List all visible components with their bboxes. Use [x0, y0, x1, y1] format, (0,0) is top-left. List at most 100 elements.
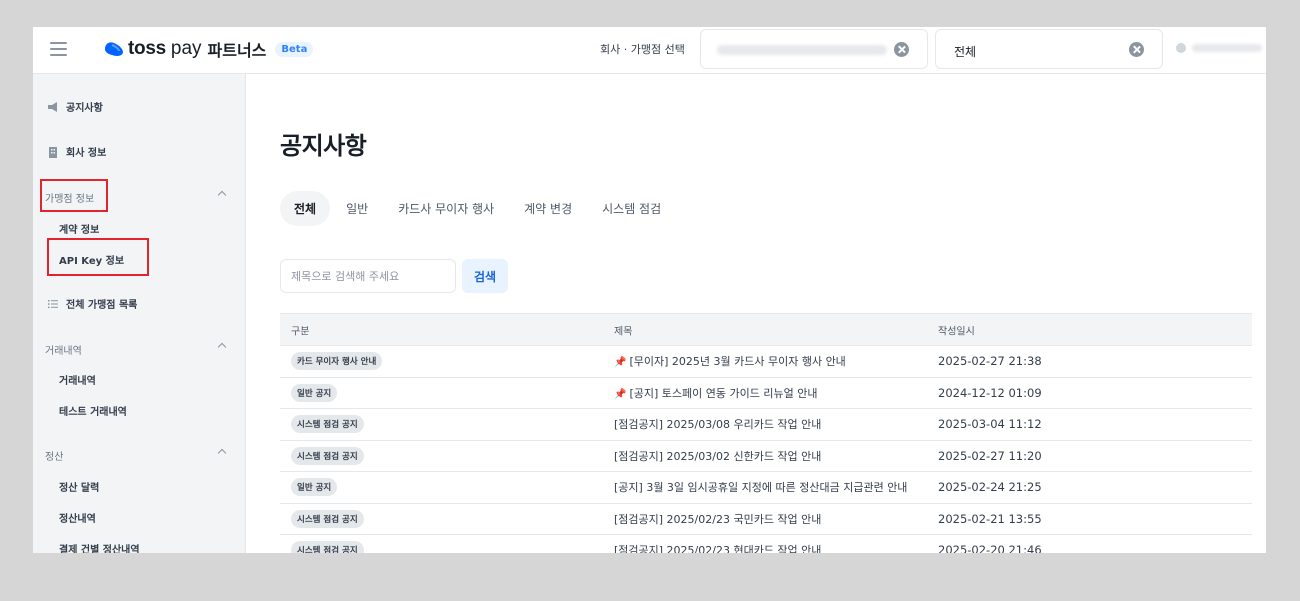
building-icon: [49, 146, 57, 158]
sidebar-item-notice[interactable]: 공지사항: [47, 99, 103, 114]
store-select[interactable]: 전체: [935, 29, 1163, 69]
tab-system-maintenance[interactable]: 시스템 점검: [588, 191, 675, 226]
sidebar-item-settlement-calendar[interactable]: 정산 달력: [59, 479, 99, 494]
user-menu[interactable]: [1176, 41, 1266, 55]
category-badge: 시스템 점검 공지: [291, 509, 364, 528]
tab-contract-change[interactable]: 계약 변경: [510, 191, 586, 226]
app-window: toss pay 파트너스 Beta 회사 · 가맹점 선택 전체 공지사항 회…: [33, 27, 1266, 553]
logo-brand-text: toss: [128, 38, 166, 59]
pin-icon: 📌: [614, 388, 627, 400]
toss-pay-logo[interactable]: toss pay 파트너스 Beta: [103, 37, 314, 61]
tab-general[interactable]: 일반: [332, 191, 382, 226]
row-title-cell: [점검공지] 2025/03/08 우리카드 작업 안내: [614, 416, 821, 432]
sidebar-item-transactions[interactable]: 거래내역: [59, 372, 96, 387]
tab-all[interactable]: 전체: [280, 191, 331, 226]
category-badge: 시스템 점검 공지: [291, 415, 364, 434]
category-badge: 일반 공지: [291, 383, 338, 402]
chevron-up-icon: [217, 190, 227, 200]
row-title-cell: 📌 [무이자] 2025년 3월 카드사 무이자 행사 안내: [614, 353, 846, 369]
sidebar-item-label: 공지사항: [66, 103, 103, 114]
row-category-cell: 시스템 점검 공지: [291, 446, 364, 465]
sidebar-item-contract-info[interactable]: 계약 정보: [59, 221, 99, 236]
sidebar-group-settlement[interactable]: 정산: [45, 448, 227, 463]
beta-badge: Beta: [275, 41, 314, 57]
table-header: 구분 제목 작성일시: [280, 314, 1252, 346]
sidebar-item-settlement-history[interactable]: 정산내역: [59, 510, 96, 525]
row-title-text: [공지] 3월 3일 임시공휴일 지정에 따른 정산대금 지급관련 안내: [614, 481, 908, 495]
row-title-text: [점검공지] 2025/02/23 국민카드 작업 안내: [614, 512, 822, 526]
sidebar-group-label: 정산: [45, 452, 64, 463]
table-row[interactable]: 시스템 점검 공지 [점검공지] 2025/03/08 우리카드 작업 안내 202…: [280, 409, 1252, 441]
sidebar-group-label: 거래내역: [45, 346, 82, 357]
notice-table: 구분 제목 작성일시 카드 무이자 행사 안내 📌 [무이자] 2025년 3월 카…: [280, 313, 1252, 553]
row-title-cell: [공지] 3월 3일 임시공휴일 지정에 따른 정산대금 지급관련 안내: [614, 479, 907, 495]
megaphone-icon: [48, 101, 57, 112]
pin-icon: 📌: [614, 357, 627, 369]
category-badge: 시스템 점검 공지: [291, 541, 364, 553]
row-title-text: [점검공지] 2025/03/08 우리카드 작업 안내: [614, 418, 822, 432]
highlight-box-api-key: [47, 238, 149, 276]
category-badge: 시스템 점검 공지: [291, 446, 364, 465]
search-input[interactable]: [280, 259, 456, 293]
store-select-value: 전체: [954, 45, 977, 59]
row-category-cell: 일반 공지: [291, 478, 338, 497]
category-badge: 카드 무이자 행사 안내: [291, 352, 383, 371]
table-row[interactable]: 카드 무이자 행사 안내 📌 [무이자] 2025년 3월 카드사 무이자 행사 안…: [280, 346, 1252, 378]
sidebar: 공지사항 회사 정보 가맹점 정보 계약 정보 API Key 정보 전체 가맹…: [33, 74, 246, 553]
category-badge: 일반 공지: [291, 478, 338, 497]
row-title-text: [무이자] 2025년 3월 카드사 무이자 행사 안내: [629, 355, 846, 369]
chevron-up-icon: [217, 342, 227, 352]
column-header-date: 작성일시: [938, 326, 975, 337]
row-date-cell: 2025-02-27 11:20: [938, 448, 1042, 463]
column-header-title: 제목: [614, 326, 633, 337]
row-title-cell: [점검공지] 2025/02/23 현대카드 작업 안내: [614, 542, 821, 553]
sidebar-item-label: 전체 가맹점 목록: [66, 300, 138, 311]
company-select-value-redacted: [717, 45, 887, 55]
sidebar-item-label: 회사 정보: [66, 148, 107, 159]
hamburger-icon[interactable]: [50, 42, 67, 56]
row-date-cell: 2025-02-20 21:46: [938, 543, 1042, 553]
table-row[interactable]: 일반 공지 📌 [공지] 토스페이 연동 가이드 리뉴얼 안내 2024-12-12 …: [280, 378, 1252, 409]
clear-icon[interactable]: [894, 42, 909, 57]
row-category-cell: 카드 무이자 행사 안내: [291, 352, 383, 371]
highlight-box-store-info: [40, 179, 108, 212]
page-title: 공지사항: [280, 132, 367, 160]
row-date-cell: 2025-02-24 21:25: [938, 480, 1042, 495]
clear-icon[interactable]: [1129, 42, 1144, 57]
toss-logo-icon: [105, 42, 123, 56]
category-tabs: 전체 일반 카드사 무이자 행사 계약 변경 시스템 점검: [280, 191, 677, 226]
top-header: toss pay 파트너스 Beta 회사 · 가맹점 선택 전체: [33, 27, 1266, 74]
company-select[interactable]: [700, 29, 928, 69]
row-category-cell: 시스템 점검 공지: [291, 415, 364, 434]
sidebar-item-test-transactions[interactable]: 테스트 거래내역: [59, 403, 127, 418]
table-body: 카드 무이자 행사 안내 📌 [무이자] 2025년 3월 카드사 무이자 행사 안…: [280, 346, 1252, 553]
row-title-cell: [점검공지] 2025/02/23 국민카드 작업 안내: [614, 511, 821, 527]
chevron-up-icon: [217, 448, 227, 458]
user-icon: [1176, 43, 1186, 53]
logo-partners-text: 파트너스: [207, 41, 267, 60]
row-title-cell: [점검공지] 2025/03/02 신한카드 작업 안내: [614, 448, 821, 464]
table-row[interactable]: 일반 공지 [공지] 3월 3일 임시공휴일 지정에 따른 정산대금 지급관련 안…: [280, 472, 1252, 504]
search-button[interactable]: 검색: [462, 259, 508, 293]
row-date-cell: 2025-02-27 21:38: [938, 354, 1042, 369]
sidebar-item-payment-settlement[interactable]: 결제 건별 정산내역: [59, 541, 140, 553]
user-name-redacted: [1192, 44, 1262, 52]
table-row[interactable]: 시스템 점검 공지 [점검공지] 2025/02/23 현대카드 작업 안내 202…: [280, 535, 1252, 553]
table-row[interactable]: 시스템 점검 공지 [점검공지] 2025/03/02 신한카드 작업 안내 202…: [280, 441, 1252, 472]
tab-card-interest-free[interactable]: 카드사 무이자 행사: [384, 191, 508, 226]
row-category-cell: 시스템 점검 공지: [291, 509, 364, 528]
row-title-cell: 📌 [공지] 토스페이 연동 가이드 리뉴얼 안내: [614, 385, 817, 401]
main-content: 공지사항 전체 일반 카드사 무이자 행사 계약 변경 시스템 점검 검색 구분…: [247, 74, 1266, 553]
row-date-cell: 2024-12-12 01:09: [938, 385, 1042, 400]
column-header-category: 구분: [291, 326, 310, 337]
row-title-text: [점검공지] 2025/03/02 신한카드 작업 안내: [614, 449, 822, 463]
list-icon: [48, 299, 58, 308]
sidebar-item-all-stores[interactable]: 전체 가맹점 목록: [47, 296, 137, 311]
sidebar-item-company-info[interactable]: 회사 정보: [47, 144, 106, 159]
table-row[interactable]: 시스템 점검 공지 [점검공지] 2025/02/23 국민카드 작업 안내 202…: [280, 504, 1252, 535]
logo-pay-text: pay: [170, 38, 202, 59]
row-date-cell: 2025-03-04 11:12: [938, 417, 1042, 432]
row-category-cell: 시스템 점검 공지: [291, 541, 364, 553]
row-title-text: [점검공지] 2025/02/23 현대카드 작업 안내: [614, 544, 822, 553]
sidebar-group-transactions[interactable]: 거래내역: [45, 342, 227, 357]
